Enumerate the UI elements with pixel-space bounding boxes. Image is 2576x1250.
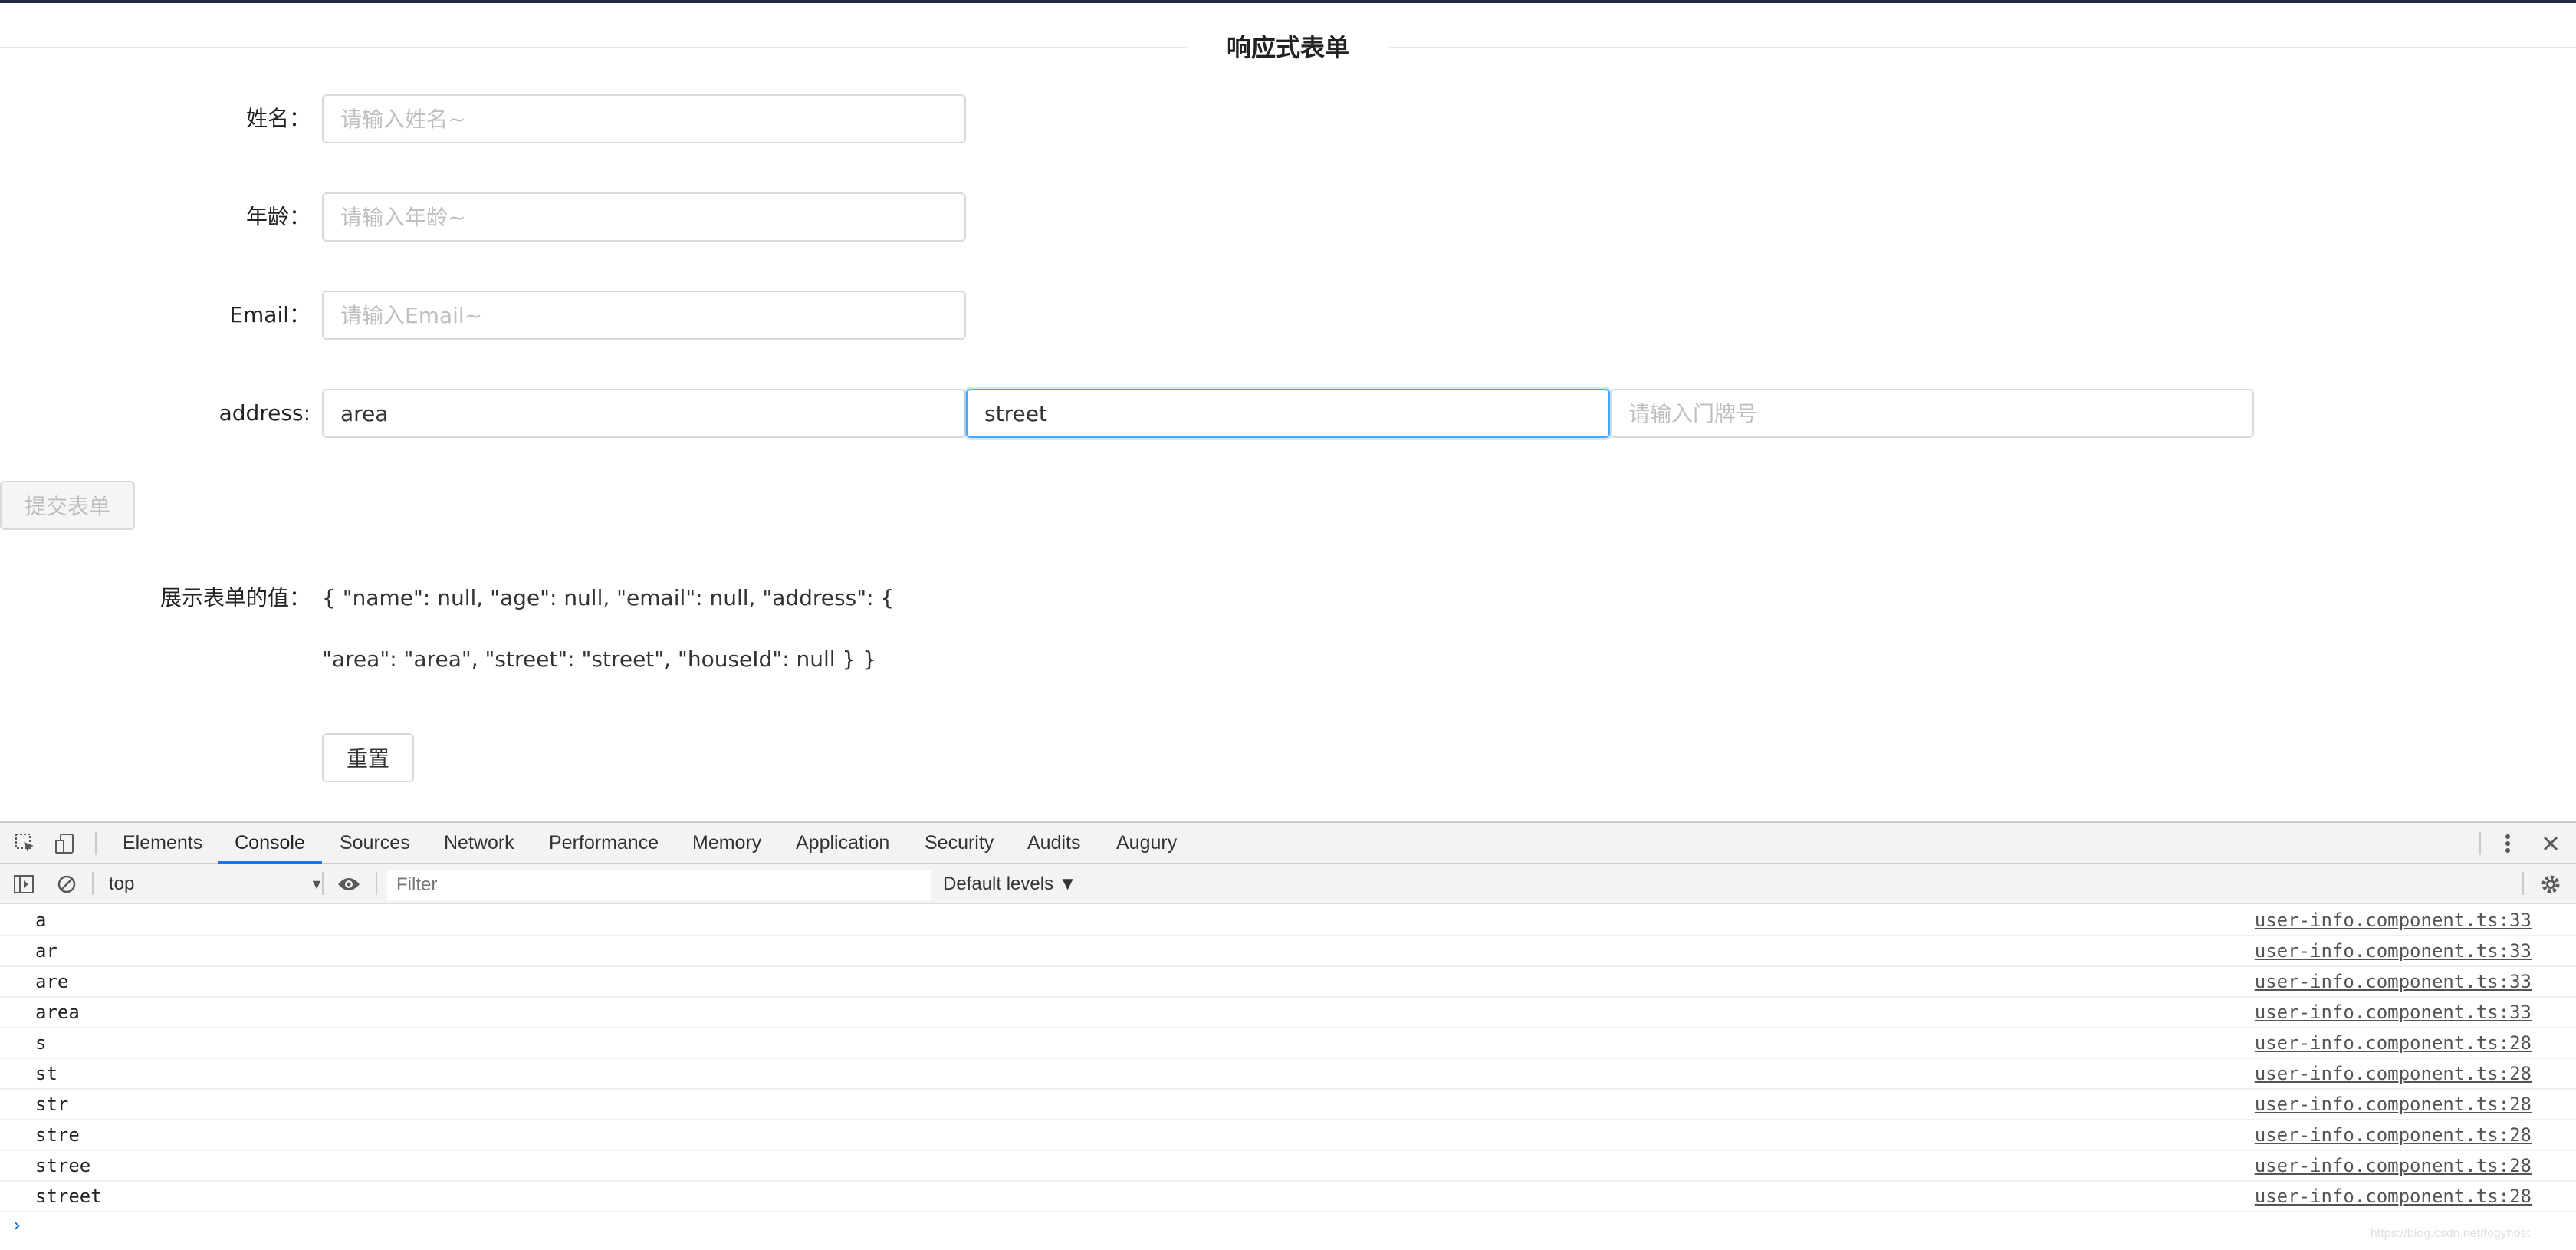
age-input[interactable]	[322, 192, 966, 242]
toolbar-separator-4	[2522, 872, 2524, 895]
form-title-divider: 响应式表单	[0, 25, 2576, 71]
console-log-row: street user-info.component.ts:28	[0, 1182, 2576, 1212]
age-label: 年龄：	[245, 204, 310, 229]
address-label: address:	[219, 400, 310, 426]
sidebar-toggle-icon[interactable]	[11, 871, 37, 897]
form-value-label: 展示表单的值：	[159, 585, 310, 610]
eye-icon[interactable]	[336, 871, 362, 897]
log-source-link[interactable]: user-info.component.ts:33	[2255, 967, 2532, 996]
console-log-row: str user-info.component.ts:28	[0, 1090, 2576, 1120]
console-log-row: stree user-info.component.ts:28	[0, 1151, 2576, 1182]
tab-augury[interactable]: Augury	[1116, 823, 1177, 864]
street-input[interactable]	[966, 389, 1610, 438]
log-message: str	[35, 1094, 69, 1115]
tab-sources[interactable]: Sources	[340, 823, 410, 864]
divider-line-right	[1389, 47, 2576, 48]
clear-console-icon[interactable]	[54, 871, 80, 897]
log-source-link[interactable]: user-info.component.ts:33	[2255, 998, 2532, 1027]
log-source-link[interactable]: user-info.component.ts:28	[2255, 1151, 2532, 1180]
gear-icon[interactable]	[2538, 871, 2564, 897]
log-source-link[interactable]: user-info.component.ts:28	[2255, 1120, 2532, 1150]
context-value: top	[109, 873, 135, 894]
log-message: stre	[35, 1124, 80, 1146]
console-log-row: st user-info.component.ts:28	[0, 1059, 2576, 1090]
reset-button[interactable]: 重置	[322, 733, 414, 782]
log-message: stree	[35, 1155, 91, 1176]
device-toggle-icon[interactable]	[52, 831, 78, 857]
log-message: a	[35, 910, 47, 931]
filter-input[interactable]	[387, 870, 932, 900]
divider-line-left	[0, 47, 1187, 48]
log-source-link[interactable]: user-info.component.ts:28	[2255, 1028, 2532, 1058]
tab-console[interactable]: Console	[218, 823, 322, 864]
tabbar-separator	[95, 832, 97, 855]
log-source-link[interactable]: user-info.component.ts:28	[2255, 1059, 2532, 1088]
devtools-tabbar: Elements Console Sources Network Perform…	[0, 823, 2576, 864]
tab-performance[interactable]: Performance	[549, 823, 659, 864]
console-log-row: stre user-info.component.ts:28	[0, 1120, 2576, 1151]
console-log-list: a user-info.component.ts:33 ar user-info.co…	[0, 906, 2576, 1212]
tab-network[interactable]: Network	[444, 823, 514, 864]
log-message: street	[35, 1186, 102, 1207]
tab-security[interactable]: Security	[925, 823, 994, 864]
log-source-link[interactable]: user-info.component.ts:33	[2255, 906, 2532, 935]
name-input[interactable]	[322, 94, 966, 143]
log-source-link[interactable]: user-info.component.ts:33	[2255, 936, 2532, 965]
console-log-row: are user-info.component.ts:33	[0, 967, 2576, 998]
log-message: area	[35, 1002, 80, 1023]
name-label: 姓名：	[245, 106, 310, 131]
email-label: Email：	[229, 302, 310, 327]
console-log-row: area user-info.component.ts:33	[0, 998, 2576, 1028]
more-vertical-icon[interactable]	[2495, 831, 2521, 857]
page-title: 响应式表单	[1226, 33, 1349, 62]
log-source-link[interactable]: user-info.component.ts:28	[2255, 1182, 2532, 1211]
tab-application[interactable]: Application	[796, 823, 889, 864]
form-value-text: { "name": null, "age": null, "email": nu…	[322, 585, 895, 672]
toolbar-separator-2	[322, 872, 324, 895]
log-message: ar	[35, 940, 58, 962]
submit-button[interactable]: 提交表单	[0, 481, 135, 530]
console-log-row: ar user-info.component.ts:33	[0, 936, 2576, 967]
console-log-row: a user-info.component.ts:33	[0, 906, 2576, 936]
context-select[interactable]: top ▼	[109, 870, 324, 898]
log-message: are	[35, 971, 69, 992]
log-message: s	[35, 1032, 47, 1054]
watermark: https://blog.csdn.net/fogyhost	[2370, 1227, 2530, 1240]
devtools-panel: Elements Console Sources Network Perform…	[0, 821, 2576, 1250]
console-log-row: s user-info.component.ts:28	[0, 1028, 2576, 1059]
console-toolbar: top ▼ Default levels ▼	[0, 864, 2576, 904]
house-id-input[interactable]	[1610, 389, 2254, 438]
top-accent-bar	[0, 0, 2576, 3]
tabbar-separator-right	[2479, 832, 2481, 855]
tab-elements[interactable]: Elements	[123, 823, 202, 864]
levels-dropdown[interactable]: Default levels ▼	[943, 870, 1077, 898]
console-prompt[interactable]: ›	[11, 1214, 23, 1237]
toolbar-separator	[92, 872, 94, 895]
inspect-icon[interactable]	[12, 831, 38, 857]
tab-memory[interactable]: Memory	[692, 823, 761, 864]
area-input[interactable]	[322, 389, 966, 438]
tab-audits[interactable]: Audits	[1027, 823, 1080, 864]
log-source-link[interactable]: user-info.component.ts:28	[2255, 1090, 2532, 1119]
close-icon[interactable]	[2538, 831, 2564, 857]
toolbar-separator-3	[376, 872, 377, 895]
log-message: st	[35, 1063, 58, 1084]
email-input[interactable]	[322, 291, 966, 340]
